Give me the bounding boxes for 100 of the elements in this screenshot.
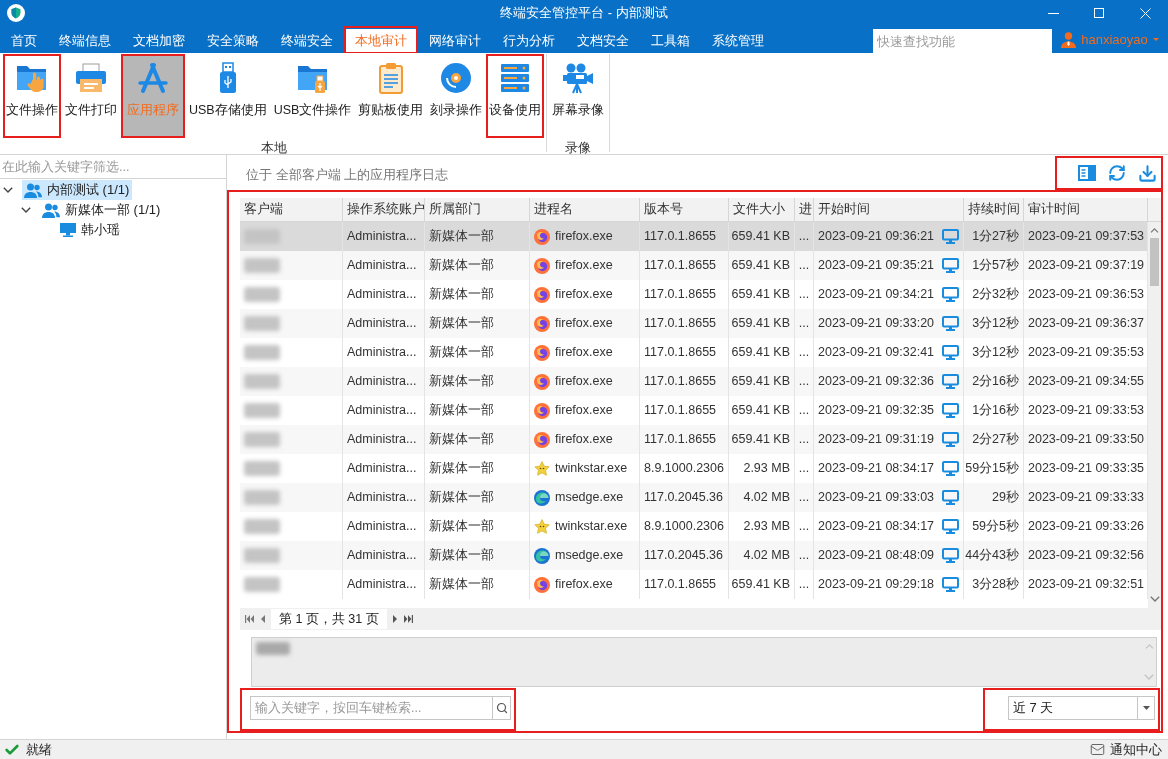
cell-text: 2023-09-21 08:48:09: [818, 547, 935, 565]
ribbon-button[interactable]: 刻录操作: [429, 56, 484, 136]
table-row[interactable]: Administra... 新媒体一部 firefox.exe 117.0.1.8655 659.41 KB ... 2023-09-21 09:32:36 2分16秒 2023-09-21 09:34:55: [240, 367, 1148, 396]
cell-text: 2023-09-21 09:33:20: [818, 315, 935, 333]
notification-center-button[interactable]: 通知中心: [1090, 739, 1162, 759]
column-header[interactable]: 文件大小: [729, 198, 795, 221]
swirl-icon: [534, 489, 550, 506]
ribbon-button[interactable]: USB存储使用: [188, 56, 268, 136]
download-button[interactable]: [1137, 163, 1157, 183]
quick-search-field[interactable]: 快速查找功能: [873, 29, 1052, 53]
menu-tab[interactable]: 网络审计: [420, 29, 490, 53]
cell-text: 2023-09-21 09:36:21: [818, 228, 935, 246]
column-header[interactable]: 审计时间: [1024, 198, 1148, 221]
fox-globe-icon: [534, 315, 550, 332]
cell-text: msedge.exe: [555, 489, 624, 507]
fox-globe-icon: [534, 286, 550, 303]
window-title: 终端安全管控平台 - 内部测试: [500, 4, 668, 23]
table-row[interactable]: Administra... 新媒体一部 firefox.exe 117.0.1.8655 659.41 KB ... 2023-09-21 09:33:20 3分12秒 2023-09-21 09:36:37: [240, 309, 1148, 338]
fox-globe-icon: [534, 576, 550, 593]
video-camera-icon: [562, 62, 595, 94]
scrollbar-thumb[interactable]: [1150, 238, 1159, 286]
cell-text: twinkstar.exe: [555, 460, 628, 478]
filter-field[interactable]: 在此输入关键字筛选...: [0, 155, 226, 179]
next-page-icon: [392, 615, 397, 623]
column-header[interactable]: 所属部门: [425, 198, 530, 221]
server-icon: [499, 62, 532, 94]
monitor-icon: [942, 258, 959, 273]
ribbon-button[interactable]: 文件操作: [5, 56, 59, 136]
table-row[interactable]: Administra... 新媒体一部 firefox.exe 117.0.1.8655 659.41 KB ... 2023-09-21 09:31:19 2分27秒 2023-09-21 09:33:50: [240, 425, 1148, 454]
users-icon: [42, 202, 60, 218]
last-page-icon: [403, 615, 413, 623]
monitor-icon: [942, 461, 959, 476]
fox-globe-icon: [534, 431, 550, 448]
menu-tab[interactable]: 文档安全: [568, 29, 638, 53]
cell-text: 2023-09-21 09:29:18: [818, 576, 935, 594]
table-row[interactable]: Administra... 新媒体一部 msedge.exe 117.0.2045.36 4.02 MB ... 2023-09-21 08:48:09 44分43秒 2023-09-21 09:32:56: [240, 541, 1148, 570]
cell-text: 2023-09-21 09:34:21: [818, 286, 935, 304]
ribbon-button[interactable]: 文件打印: [64, 56, 118, 136]
fox-globe-icon: [534, 344, 550, 361]
chevron-up-icon[interactable]: [1150, 228, 1159, 233]
scrollbar[interactable]: [1148, 222, 1161, 608]
search-button[interactable]: [492, 697, 510, 719]
ribbon-button[interactable]: USB文件操作: [272, 56, 353, 136]
ribbon-button[interactable]: 剪贴板使用: [357, 56, 425, 136]
column-header[interactable]: 开始时间: [814, 198, 964, 221]
page-indicator: 第 1 页，共 31 页: [271, 609, 387, 629]
table-row[interactable]: Administra... 新媒体一部 firefox.exe 117.0.1.8655 659.41 KB ... 2023-09-21 09:36:21 1分27秒 2023-09-21 09:37:53: [240, 222, 1148, 251]
monitor-icon: [942, 229, 959, 244]
table-cell: 659.41 KB: [729, 570, 795, 599]
cell-text: firefox.exe: [555, 257, 613, 275]
column-header[interactable]: 进程名: [530, 198, 640, 221]
star-icon: [534, 518, 550, 535]
close-icon: [1139, 7, 1151, 19]
ribbon-button[interactable]: 设备使用: [488, 56, 543, 136]
refresh-button[interactable]: [1107, 163, 1127, 183]
cell-text: firefox.exe: [555, 373, 613, 391]
cell-text: firefox.exe: [555, 315, 613, 333]
cell-text: 2023-09-21 09:31:19: [818, 431, 935, 449]
columns-button[interactable]: [1077, 163, 1097, 183]
menu-tab[interactable]: 行为分析: [494, 29, 564, 53]
cell-text: 2023-09-21 09:35:21: [818, 257, 935, 275]
table-row[interactable]: Administra... 新媒体一部 firefox.exe 117.0.1.8655 659.41 KB ... 2023-09-21 09:35:21 1分57秒 2023-09-21 09:37:19: [240, 251, 1148, 280]
tree-item[interactable]: 新媒体一部 (1/1): [40, 200, 164, 220]
range-select[interactable]: 近 7 天: [1008, 696, 1155, 720]
person-icon: [1061, 31, 1077, 48]
search-field[interactable]: 输入关键字，按回车键检索...: [250, 696, 511, 720]
menu-tab[interactable]: 安全策略: [198, 29, 268, 53]
menu-tab[interactable]: 文档加密: [124, 29, 194, 53]
menu-tab[interactable]: 终端安全: [272, 29, 342, 53]
disc-icon: [440, 62, 473, 94]
menu-tab[interactable]: 系统管理: [703, 29, 773, 53]
menu-tab[interactable]: 工具箱: [642, 29, 699, 53]
monitor-icon: [942, 374, 959, 389]
menu-tab[interactable]: 首页: [2, 29, 46, 53]
cell-text: firefox.exe: [555, 431, 613, 449]
first-page-icon: [245, 615, 254, 623]
menu-tab[interactable]: 终端信息: [50, 29, 120, 53]
cell-text: 2023-09-21 09:33:03: [818, 489, 935, 507]
cell-text: firefox.exe: [555, 402, 613, 420]
tree-item[interactable]: 内部测试 (1/1): [22, 180, 133, 200]
table-cell: ...: [795, 570, 814, 599]
column-header[interactable]: 进: [795, 198, 814, 221]
search-icon: [495, 702, 508, 714]
chevron-down-icon[interactable]: [21, 207, 31, 213]
column-header[interactable]: 操作系统账户: [343, 198, 425, 221]
fox-globe-icon: [534, 228, 550, 245]
column-header[interactable]: 版本号: [640, 198, 729, 221]
table-row[interactable]: Administra... 新媒体一部 msedge.exe 117.0.2045.36 4.02 MB ... 2023-09-21 09:33:03 29秒 2023-09-21 09:33:33: [240, 483, 1148, 512]
table-cell: 117.0.1.8655: [640, 570, 729, 599]
column-header[interactable]: 持续时间: [964, 198, 1024, 221]
status-text: 就绪: [26, 740, 52, 759]
column-header[interactable]: 客户端: [240, 198, 343, 221]
ribbon-button[interactable]: 屏幕录像: [551, 56, 606, 136]
cell-text: firefox.exe: [555, 576, 613, 594]
monitor-icon: [942, 432, 959, 447]
monitor-icon: [942, 490, 959, 505]
tree-item[interactable]: 韩小瑶: [58, 220, 123, 240]
chevron-down-icon[interactable]: [3, 187, 13, 193]
fox-globe-icon: [534, 257, 550, 274]
cell-text: 2023-09-21 09:32:36: [818, 373, 935, 391]
